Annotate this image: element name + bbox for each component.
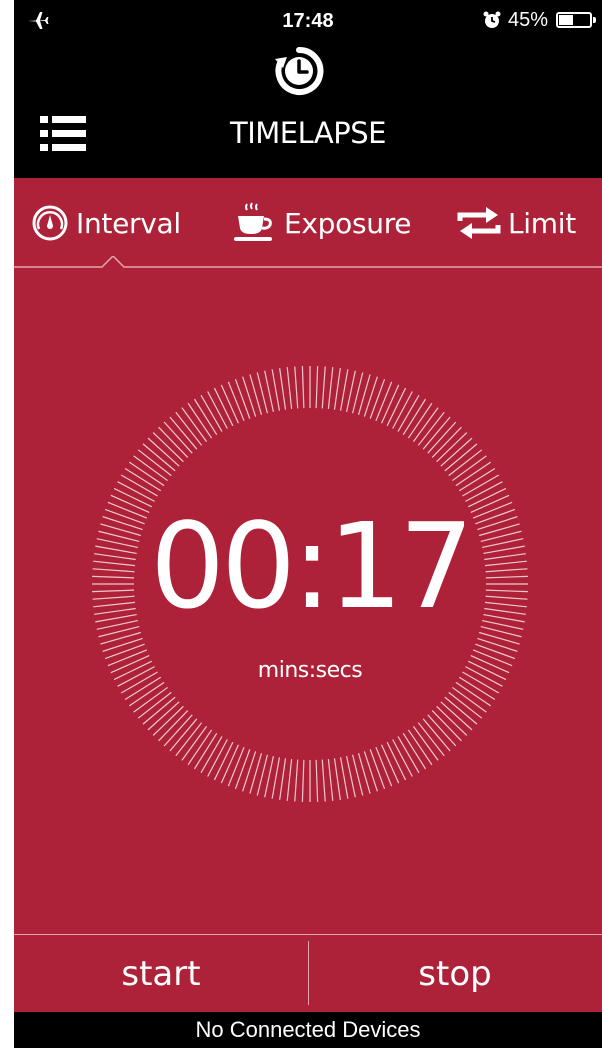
dial-tick bbox=[381, 384, 400, 424]
dial-tick bbox=[271, 369, 281, 411]
tab-bar: Interval Exposure Limit bbox=[14, 178, 602, 268]
app-screen: 17:48 45% TIMELAPSE Interval Exposure Li… bbox=[14, 0, 602, 1048]
battery-icon bbox=[556, 12, 596, 28]
main-content: Interval Exposure Limit 00:17 mins:secs … bbox=[14, 178, 602, 1012]
dial-tick bbox=[279, 368, 287, 410]
battery-tip bbox=[593, 17, 596, 23]
dial-tick bbox=[242, 376, 257, 417]
dial-tick bbox=[220, 384, 239, 424]
alarm-icon bbox=[483, 11, 501, 28]
battery-percent: 45% bbox=[507, 8, 548, 31]
timelapse-clock-icon bbox=[275, 46, 324, 95]
start-button[interactable]: start bbox=[14, 935, 308, 1012]
dial-tick bbox=[242, 751, 257, 792]
tab-indicator bbox=[14, 256, 602, 268]
dial-tick bbox=[386, 741, 407, 781]
dial-tick bbox=[339, 369, 349, 411]
status-right: 45% bbox=[482, 8, 596, 32]
dial-tick bbox=[321, 759, 326, 802]
dial-tick bbox=[327, 367, 334, 410]
dial-tick bbox=[333, 758, 341, 800]
tab-limit-label: Limit bbox=[508, 206, 576, 240]
dial-tick bbox=[271, 757, 281, 799]
tab-limit[interactable]: Limit bbox=[456, 198, 576, 248]
dial-tick bbox=[315, 759, 319, 802]
repeat-icon bbox=[457, 207, 501, 239]
dial-tick bbox=[475, 643, 516, 660]
dial-tick bbox=[381, 744, 400, 784]
dial-tick bbox=[286, 367, 293, 410]
dial-tick bbox=[363, 751, 378, 792]
coffee-cup-icon bbox=[234, 202, 272, 241]
stop-button[interactable]: stop bbox=[308, 935, 602, 1012]
dial-tick bbox=[234, 749, 251, 790]
tab-interval[interactable]: Interval bbox=[30, 198, 181, 248]
dial-tick bbox=[327, 758, 334, 801]
dial-tick bbox=[213, 741, 234, 781]
tab-exposure[interactable]: Exposure bbox=[232, 198, 412, 248]
status-bar: 17:48 45% bbox=[14, 0, 602, 42]
app-header: TIMELAPSE bbox=[14, 42, 602, 178]
dial-tick bbox=[220, 744, 239, 784]
dial-tick bbox=[369, 378, 386, 419]
dial-tick bbox=[279, 758, 287, 800]
tab-interval-label: Interval bbox=[76, 206, 181, 240]
dial-tick bbox=[227, 746, 245, 787]
dial-tick bbox=[477, 637, 518, 652]
tab-exposure-label: Exposure bbox=[284, 206, 412, 240]
timer-unit: mins:secs bbox=[257, 658, 363, 683]
dial-tick bbox=[227, 381, 245, 422]
connection-status: No Connected Devices bbox=[195, 1017, 421, 1042]
timer-dial: 00:17 mins:secs bbox=[90, 364, 530, 804]
dial-tick bbox=[294, 759, 299, 802]
gauge-icon bbox=[32, 205, 68, 241]
dial-tick bbox=[321, 366, 326, 409]
dial-tick bbox=[213, 387, 234, 427]
dial-tick bbox=[102, 637, 143, 652]
dial-tick bbox=[363, 376, 378, 417]
dial-tick bbox=[375, 381, 393, 422]
dial-tick bbox=[294, 366, 299, 409]
dial-tick bbox=[375, 746, 393, 787]
battery-level bbox=[559, 15, 573, 25]
timer-value[interactable]: 00:17 bbox=[90, 496, 530, 636]
dial-tick bbox=[301, 759, 305, 802]
dial-tick bbox=[301, 366, 305, 409]
app-title: TIMELAPSE bbox=[230, 116, 387, 150]
dial-tick bbox=[315, 366, 319, 409]
dial-tick bbox=[333, 368, 341, 410]
controls-bar: start stop bbox=[14, 934, 602, 1012]
dial-tick bbox=[339, 757, 349, 799]
dial-tick bbox=[386, 387, 407, 427]
dial-tick bbox=[369, 749, 386, 790]
dial-tick bbox=[286, 758, 293, 801]
dial-tick bbox=[234, 378, 251, 419]
dial-tick bbox=[104, 643, 145, 660]
